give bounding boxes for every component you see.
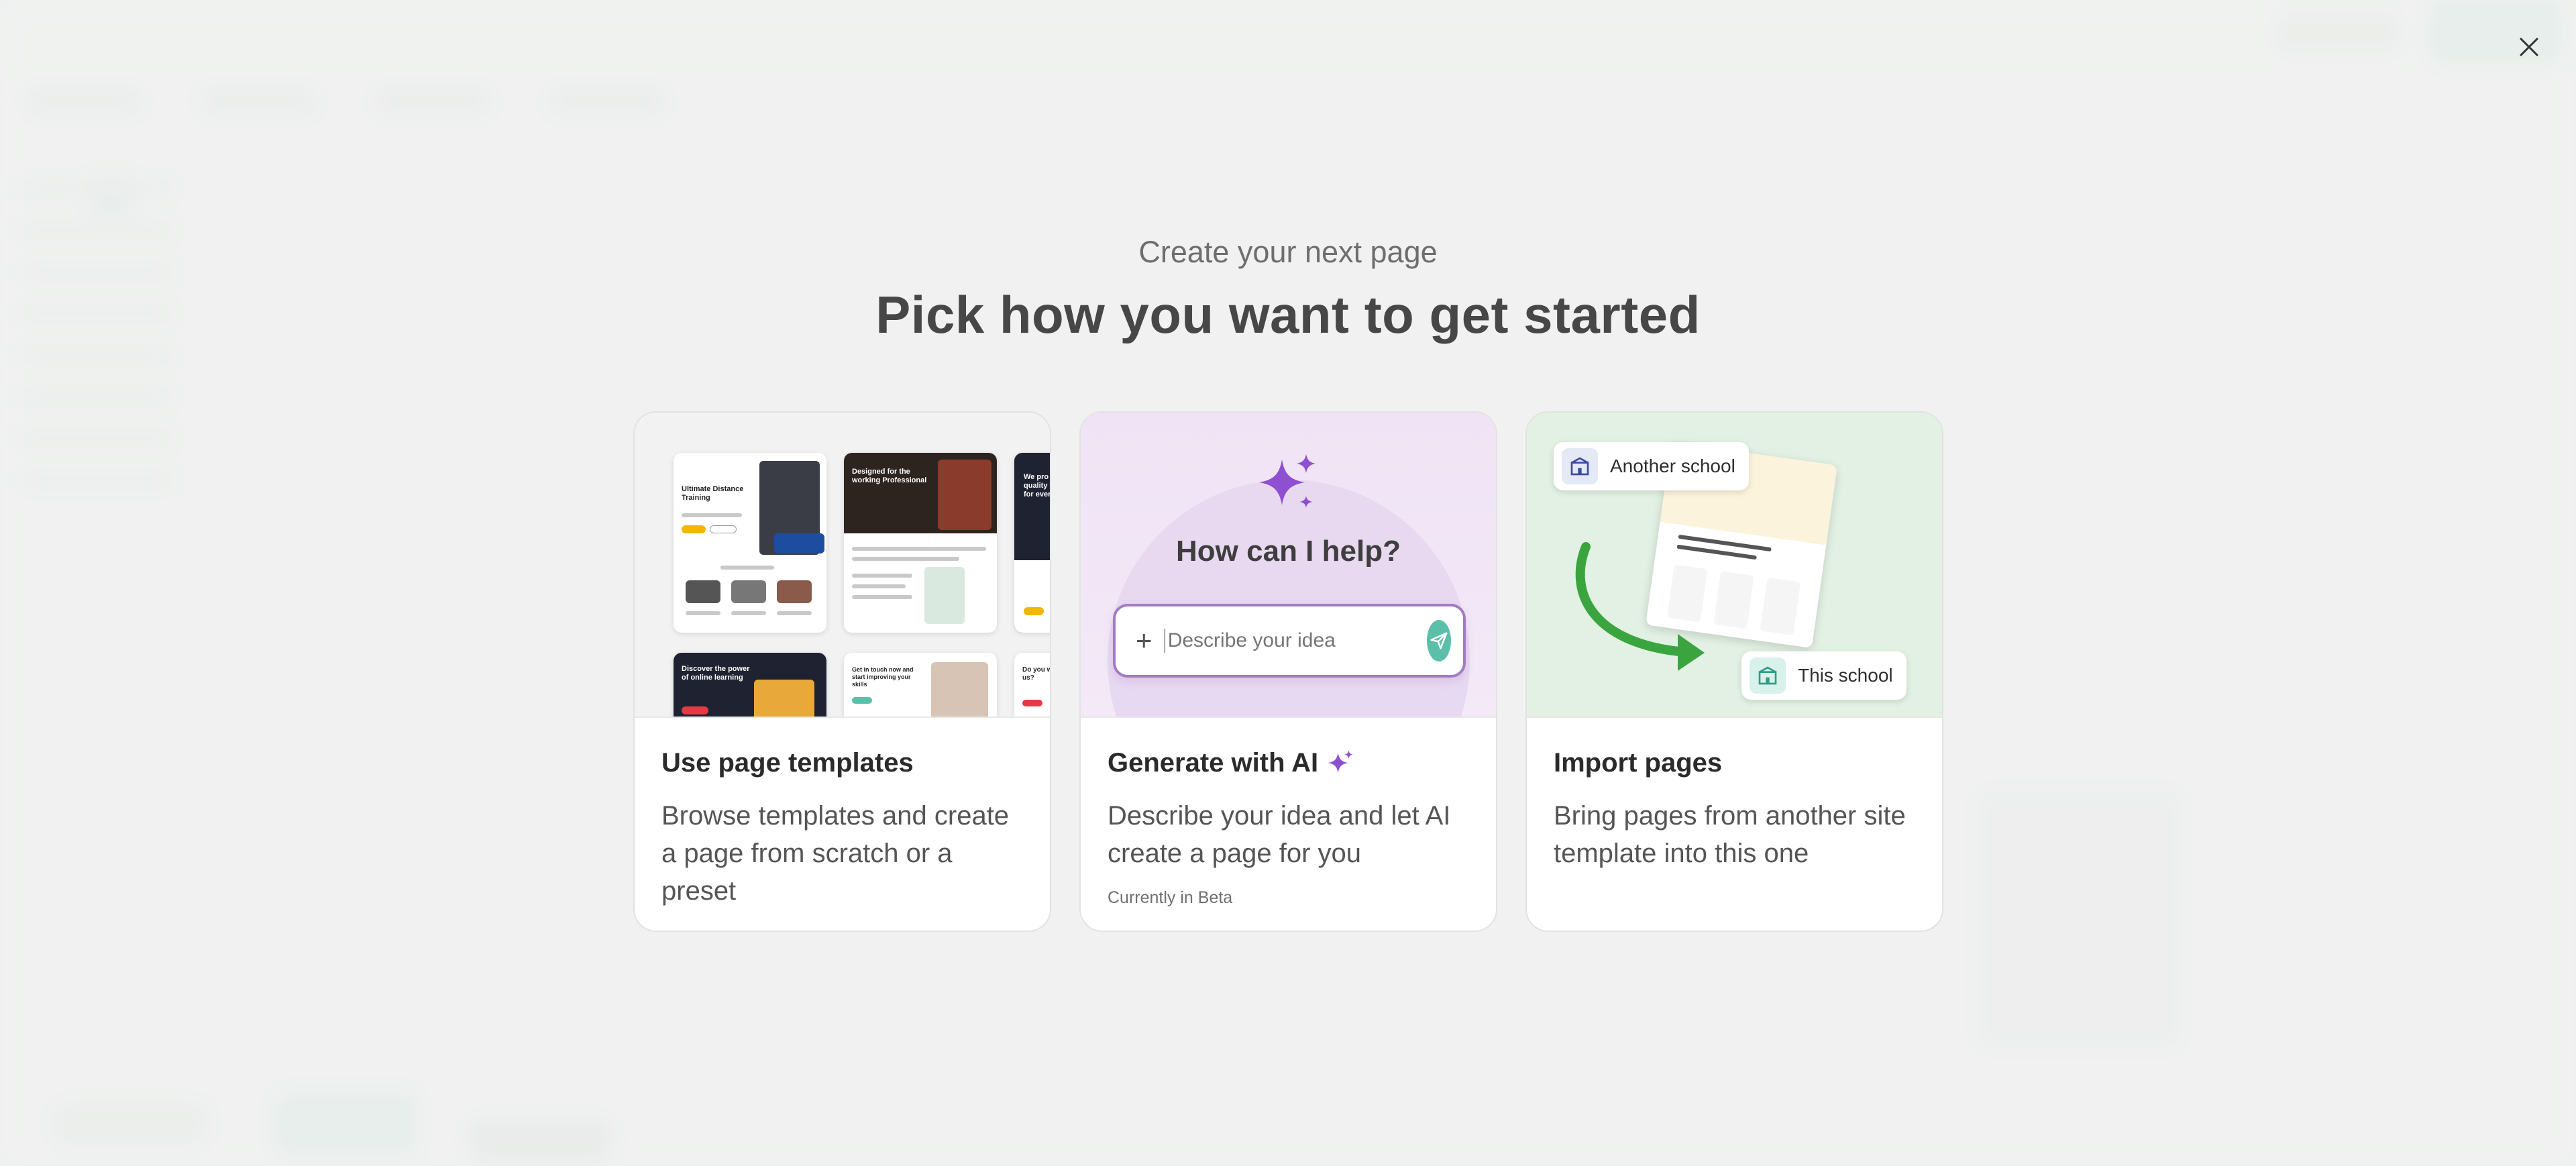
template-thumbnail: Designed for the working Professional xyxy=(844,453,997,633)
modal-title: Pick how you want to get started xyxy=(875,285,1701,344)
card-title: Generate with AI xyxy=(1108,748,1319,778)
generate-with-ai-card[interactable]: How can I help? + Generate with AI Descr… xyxy=(1079,411,1497,932)
sparkle-icon xyxy=(1259,454,1316,508)
close-button[interactable] xyxy=(2509,27,2549,67)
modal-header: Create your next page Pick how you want … xyxy=(0,235,2576,346)
template-thumbnail: Discover the power of online learning xyxy=(674,653,826,717)
send-icon xyxy=(1426,620,1451,661)
template-thumbnail: Get in touch now and start improving you… xyxy=(844,653,997,717)
school-building-icon xyxy=(1562,448,1598,484)
import-preview: Another school This school xyxy=(1527,413,1942,718)
template-thumbnail: We pro quality to for every xyxy=(1014,453,1050,633)
ai-idea-input xyxy=(1165,629,1427,652)
ai-prompt-question: How can I help? xyxy=(1176,535,1401,568)
source-school-badge: Another school xyxy=(1554,442,1749,490)
plus-icon: + xyxy=(1136,625,1152,656)
thumbnail-title: Get in touch now and start improving you… xyxy=(852,666,914,688)
template-thumbnail: Do you with us? xyxy=(1014,653,1050,717)
thumbnail-title: Do you with us? xyxy=(1022,666,1050,682)
card-description: Bring pages from another site template i… xyxy=(1554,801,1906,868)
card-description: Browse templates and create a page from … xyxy=(661,801,1010,906)
sparkle-icon xyxy=(1328,750,1353,773)
import-pages-card[interactable]: Another school This school Import pages … xyxy=(1525,411,1943,932)
beta-note: Currently in Beta xyxy=(1108,888,1233,907)
import-arrow-icon xyxy=(1575,542,1705,671)
thumbnail-title: We pro quality to for every xyxy=(1024,473,1050,498)
source-school-label: Another school xyxy=(1610,456,1735,476)
ai-preview: How can I help? + xyxy=(1081,413,1496,718)
thumbnail-title: Ultimate Distance Training xyxy=(682,485,744,502)
modal-subtitle: Create your next page xyxy=(1138,235,1438,269)
card-title-row: Generate with AI xyxy=(1108,748,1469,778)
thumbnail-title: Discover the power of online learning xyxy=(682,665,750,682)
target-school-badge: This school xyxy=(1741,651,1907,700)
templates-preview: Ultimate Distance Training Designed for … xyxy=(635,413,1050,718)
card-title: Use page templates xyxy=(661,748,914,778)
close-icon xyxy=(2520,38,2538,56)
use-templates-card[interactable]: Ultimate Distance Training Designed for … xyxy=(633,411,1051,932)
target-school-label: This school xyxy=(1798,665,1893,686)
ai-idea-input-box: + xyxy=(1113,604,1466,678)
thumbnail-title: Designed for the working Professional xyxy=(852,468,927,484)
template-thumbnail: Ultimate Distance Training xyxy=(674,453,826,633)
option-cards: Ultimate Distance Training Designed for … xyxy=(633,411,1943,932)
card-title: Import pages xyxy=(1554,748,1723,778)
card-description: Describe your idea and let AI create a p… xyxy=(1108,801,1451,868)
school-building-icon xyxy=(1750,657,1786,694)
